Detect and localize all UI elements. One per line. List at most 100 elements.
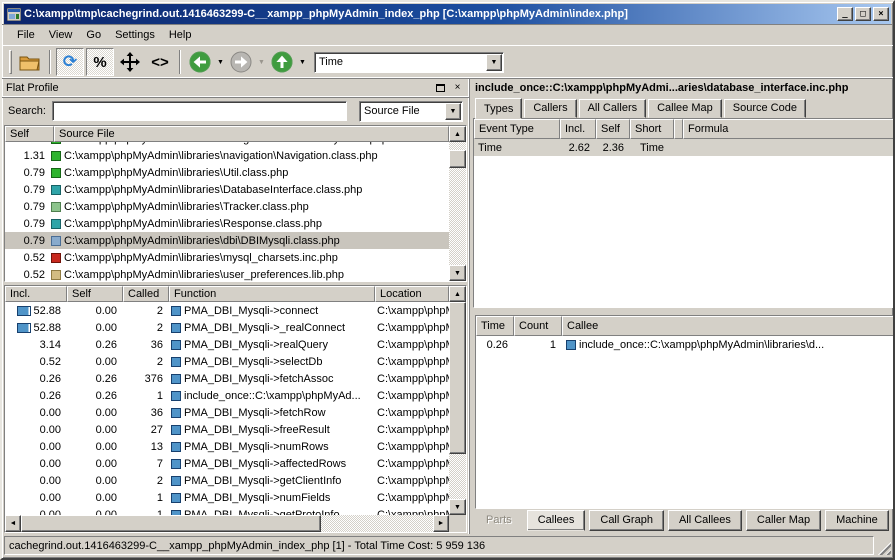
event-types-header-col-event-type[interactable]: Event Type bbox=[474, 119, 560, 139]
source-file-row[interactable]: 0.52C:\xampp\phpMyAdmin\libraries\user_p… bbox=[5, 266, 449, 281]
combobox-dropdown-button[interactable]: ▼ bbox=[486, 54, 502, 71]
scroll-left-button[interactable]: ◄ bbox=[5, 515, 21, 532]
scrollbar-thumb[interactable] bbox=[21, 515, 321, 532]
dock-float-button[interactable] bbox=[433, 81, 448, 95]
source-files-header-col-source-file[interactable]: Source File bbox=[54, 126, 449, 142]
functions-header-col-self[interactable]: Self bbox=[67, 286, 123, 302]
scrollbar-thumb[interactable] bbox=[449, 150, 466, 168]
source-files-vscrollbar[interactable]: ▲ ▼ bbox=[449, 126, 466, 281]
bottom-tab-parts[interactable]: Parts bbox=[475, 510, 523, 531]
event-types-header-col-short[interactable]: Short bbox=[630, 119, 674, 139]
event-types-header-col-incl[interactable]: Incl. bbox=[560, 119, 596, 139]
source-file-row[interactable]: 0.79C:\xampp\phpMyAdmin\libraries\Databa… bbox=[5, 181, 449, 198]
toolbar-handle[interactable] bbox=[9, 50, 12, 74]
panel-splitter[interactable] bbox=[473, 308, 895, 315]
bottom-tab-machine[interactable]: Machine bbox=[825, 510, 889, 531]
source-files-header-col-self[interactable]: Self bbox=[5, 126, 54, 142]
tab-callee-map[interactable]: Callee Map bbox=[648, 99, 722, 118]
scroll-right-button[interactable]: ► bbox=[433, 515, 449, 532]
cycle-layout-button[interactable]: <> bbox=[146, 48, 174, 76]
close-button[interactable]: × bbox=[873, 7, 889, 21]
percent-icon: % bbox=[93, 54, 106, 71]
open-file-button[interactable] bbox=[16, 48, 44, 76]
bottom-tab-call-graph[interactable]: Call Graph bbox=[589, 510, 664, 531]
source-file-row[interactable]: 0.79C:\xampp\phpMyAdmin\libraries\dbi\DB… bbox=[5, 232, 449, 249]
source-file-row[interactable]: 0.79C:\xampp\phpMyAdmin\libraries\Respon… bbox=[5, 215, 449, 232]
event-types-header-col-self[interactable]: Self bbox=[596, 119, 630, 139]
scroll-down-button[interactable]: ▼ bbox=[449, 265, 466, 281]
menu-item-view[interactable]: View bbox=[42, 26, 80, 44]
function-row[interactable]: 52.880.002PMA_DBI_Mysqli->connectC:\xamp… bbox=[5, 302, 449, 319]
functions-header-col-function[interactable]: Function bbox=[169, 286, 375, 302]
function-row[interactable]: 0.260.261include_once::C:\xampp\phpMyAd.… bbox=[5, 387, 449, 404]
bottom-tab-callees[interactable]: Callees bbox=[527, 510, 586, 531]
back-dropdown-caret[interactable]: ▼ bbox=[215, 48, 226, 76]
callees-header-col-time[interactable]: Time bbox=[476, 316, 514, 336]
function-row[interactable]: 0.000.002PMA_DBI_Mysqli->getClientInfoC:… bbox=[5, 472, 449, 489]
menu-item-go[interactable]: Go bbox=[79, 26, 108, 44]
source-file-row[interactable]: 0.79C:\xampp\phpMyAdmin\libraries\Tracke… bbox=[5, 198, 449, 215]
dock-close-button[interactable]: × bbox=[450, 81, 465, 95]
location-value: C:\xampp\phpMy... bbox=[375, 441, 449, 453]
scrollbar-thumb[interactable] bbox=[449, 302, 466, 454]
tab-all-callers[interactable]: All Callers bbox=[579, 99, 647, 118]
callee-row[interactable]: 0.261include_once::C:\xampp\phpMyAdmin\l… bbox=[476, 336, 895, 353]
function-row[interactable]: 0.000.001PMA_DBI_Mysqli->numFieldsC:\xam… bbox=[5, 489, 449, 506]
self-value: 0.79 bbox=[5, 184, 51, 196]
called-value: 36 bbox=[123, 407, 169, 419]
grouping-combobox[interactable]: Source File ▼ bbox=[359, 101, 463, 122]
called-value: 2 bbox=[123, 475, 169, 487]
title-bar[interactable]: C:\xampp\tmp\cachegrind.out.1416463299-C… bbox=[4, 4, 891, 24]
callees-header-col-callee[interactable]: Callee bbox=[562, 316, 895, 336]
functions-header-col-called[interactable]: Called bbox=[123, 286, 169, 302]
back-button[interactable] bbox=[186, 48, 214, 76]
functions-hscrollbar[interactable]: ◄ ► bbox=[5, 515, 466, 532]
function-row[interactable]: 0.260.26376PMA_DBI_Mysqli->fetchAssocC:\… bbox=[5, 370, 449, 387]
scroll-down-button[interactable]: ▼ bbox=[449, 499, 466, 515]
menu-item-help[interactable]: Help bbox=[162, 26, 199, 44]
menu-item-settings[interactable]: Settings bbox=[108, 26, 162, 44]
scroll-up-button[interactable]: ▲ bbox=[449, 126, 466, 142]
function-name: PMA_DBI_Mysqli->fetchAssoc bbox=[184, 373, 333, 385]
scroll-up-button[interactable]: ▲ bbox=[449, 286, 466, 302]
event-type-row[interactable]: Time2.622.36Time bbox=[474, 139, 895, 156]
event-types-header-col-blank[interactable] bbox=[674, 119, 683, 139]
dock-arrange-button[interactable] bbox=[116, 48, 144, 76]
functions-header-col-location[interactable]: Location bbox=[375, 286, 449, 302]
combobox-dropdown-button[interactable]: ▼ bbox=[445, 103, 461, 120]
function-row[interactable]: 0.000.007PMA_DBI_Mysqli->affectedRowsC:\… bbox=[5, 455, 449, 472]
tab-types[interactable]: Types bbox=[475, 98, 522, 119]
up-dropdown-caret[interactable]: ▼ bbox=[297, 48, 308, 76]
event-type-combobox[interactable]: Time ▼ bbox=[314, 52, 504, 73]
function-row[interactable]: 0.000.0013PMA_DBI_Mysqli->numRowsC:\xamp… bbox=[5, 438, 449, 455]
forward-dropdown-caret[interactable]: ▼ bbox=[256, 48, 267, 76]
function-row[interactable]: 0.520.002PMA_DBI_Mysqli->selectDbC:\xamp… bbox=[5, 353, 449, 370]
function-row[interactable]: 0.000.0027PMA_DBI_Mysqli->freeResultC:\x… bbox=[5, 421, 449, 438]
tab-callers[interactable]: Callers bbox=[524, 99, 576, 118]
source-file-row[interactable]: 0.79C:\xampp\phpMyAdmin\libraries\Util.c… bbox=[5, 164, 449, 181]
tab-source-code[interactable]: Source Code bbox=[724, 99, 806, 118]
function-row[interactable]: 3.140.2636PMA_DBI_Mysqli->realQueryC:\xa… bbox=[5, 336, 449, 353]
function-row[interactable]: 0.000.001PMA_DBI_Mysqli->getProtoInfoC:\… bbox=[5, 506, 449, 515]
bottom-tab-all-callees[interactable]: All Callees bbox=[668, 510, 742, 531]
search-input[interactable] bbox=[52, 101, 347, 121]
minimize-button[interactable]: _ bbox=[837, 7, 853, 21]
forward-button[interactable] bbox=[227, 48, 255, 76]
function-row[interactable]: 52.880.002PMA_DBI_Mysqli->_realConnectC:… bbox=[5, 319, 449, 336]
callees-header-col-count[interactable]: Count bbox=[514, 316, 562, 336]
percent-toggle-button[interactable]: % bbox=[86, 48, 114, 76]
up-button[interactable] bbox=[268, 48, 296, 76]
maximize-button[interactable]: □ bbox=[855, 7, 871, 21]
source-file-row[interactable]: 1.31C:\xampp\phpMyAdmin\libraries\naviga… bbox=[5, 147, 449, 164]
event-types-header-col-formula[interactable]: Formula bbox=[683, 119, 895, 139]
functions-vscrollbar[interactable]: ▲ ▼ bbox=[449, 286, 466, 515]
functions-header-col-incl[interactable]: Incl. bbox=[5, 286, 67, 302]
source-file-row[interactable]: 0.52C:\xampp\phpMyAdmin\libraries\mysql_… bbox=[5, 249, 449, 266]
function-name: PMA_DBI_Mysqli->getProtoInfo bbox=[184, 509, 340, 516]
menu-item-file[interactable]: File bbox=[10, 26, 42, 44]
resize-grip[interactable] bbox=[876, 540, 891, 555]
dock-titlebar[interactable]: Flat Profile × bbox=[2, 79, 469, 98]
refresh-button[interactable]: ⟳ bbox=[56, 48, 84, 76]
function-row[interactable]: 0.000.0036PMA_DBI_Mysqli->fetchRowC:\xam… bbox=[5, 404, 449, 421]
bottom-tab-caller-map[interactable]: Caller Map bbox=[746, 510, 821, 531]
